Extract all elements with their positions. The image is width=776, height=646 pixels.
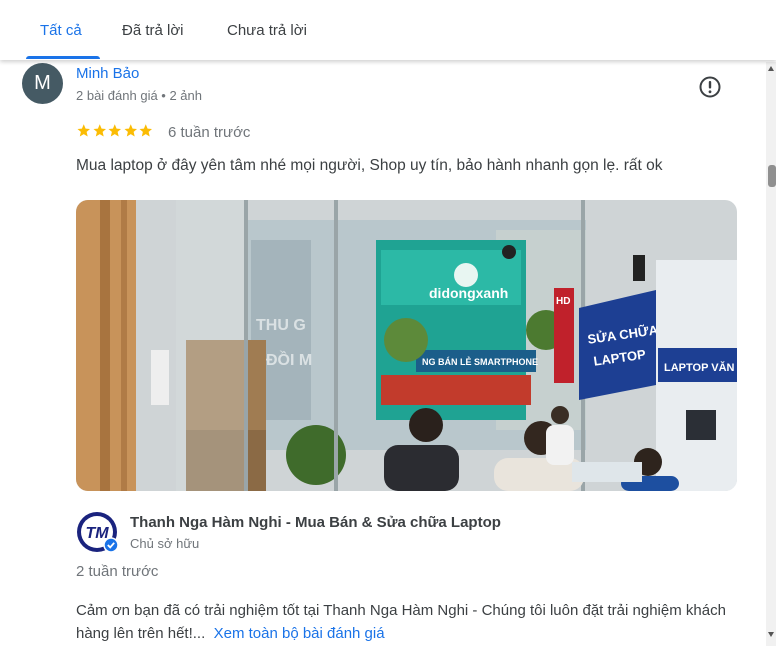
review-photo[interactable]: didongxanh NG BÁN LẺ SMARTPHONE THU G ĐỒ… [76, 200, 737, 491]
store-banner-text: NG BÁN LẺ SMARTPHONE [422, 356, 538, 367]
owner-name: Thanh Nga Hàm Nghi - Mua Bán & Sửa chữa … [130, 514, 501, 531]
star-icon [124, 124, 137, 137]
reply-body: Cảm ơn bạn đã có trải nghiệm tốt tại Tha… [76, 602, 726, 642]
scroll-down-arrow-icon[interactable] [768, 632, 774, 637]
owner-logo[interactable]: TM [76, 511, 119, 553]
hd-sign-text: HD [556, 296, 570, 307]
glass-text-2: ĐỒI M [266, 350, 312, 369]
reply-text: Cảm ơn bạn đã có trải nghiệm tốt tại Tha… [76, 599, 756, 645]
star-rating [76, 123, 154, 141]
scrollbar-track[interactable] [766, 62, 776, 646]
star-icon [139, 124, 152, 137]
verified-check-icon [103, 537, 119, 553]
laptop-sign-text: LAPTOP VĂN PH [664, 361, 737, 374]
reviewer-meta: 2 bài đánh giá • 2 ảnh [76, 88, 202, 103]
reviewer-name[interactable]: Minh Bảo [76, 65, 139, 82]
tab-unanswered[interactable]: Chưa trả lời [227, 22, 307, 39]
tab-all[interactable]: Tất cả [40, 22, 82, 39]
store-photo-illustration: didongxanh NG BÁN LẺ SMARTPHONE THU G ĐỒ… [76, 200, 737, 491]
star-icon [108, 124, 121, 137]
owner-role: Chủ sở hữu [130, 536, 200, 551]
alert-circle-icon [699, 76, 721, 98]
reply-time: 2 tuần trước [76, 563, 159, 580]
review-text: Mua laptop ở đây yên tâm nhé mọi người, … [76, 157, 663, 174]
scroll-up-arrow-icon[interactable] [768, 66, 774, 71]
review-filter-tabs: Tất cả Đã trả lời Chưa trả lời [0, 0, 776, 60]
star-icon [93, 124, 106, 137]
report-review-button[interactable] [697, 74, 723, 100]
active-tab-indicator [26, 56, 100, 59]
glass-text-1: THU G [256, 317, 306, 334]
scrollbar-thumb[interactable] [768, 165, 776, 187]
tab-answered[interactable]: Đã trả lời [122, 22, 184, 39]
store-sign-text: didongxanh [429, 285, 508, 301]
reviewer-avatar[interactable]: M [22, 63, 63, 104]
see-full-review-link[interactable]: Xem toàn bộ bài đánh giá [214, 625, 385, 642]
review-time: 6 tuần trước [168, 124, 251, 141]
owner-logo-icon: TM [77, 512, 119, 553]
star-icon [77, 124, 90, 137]
